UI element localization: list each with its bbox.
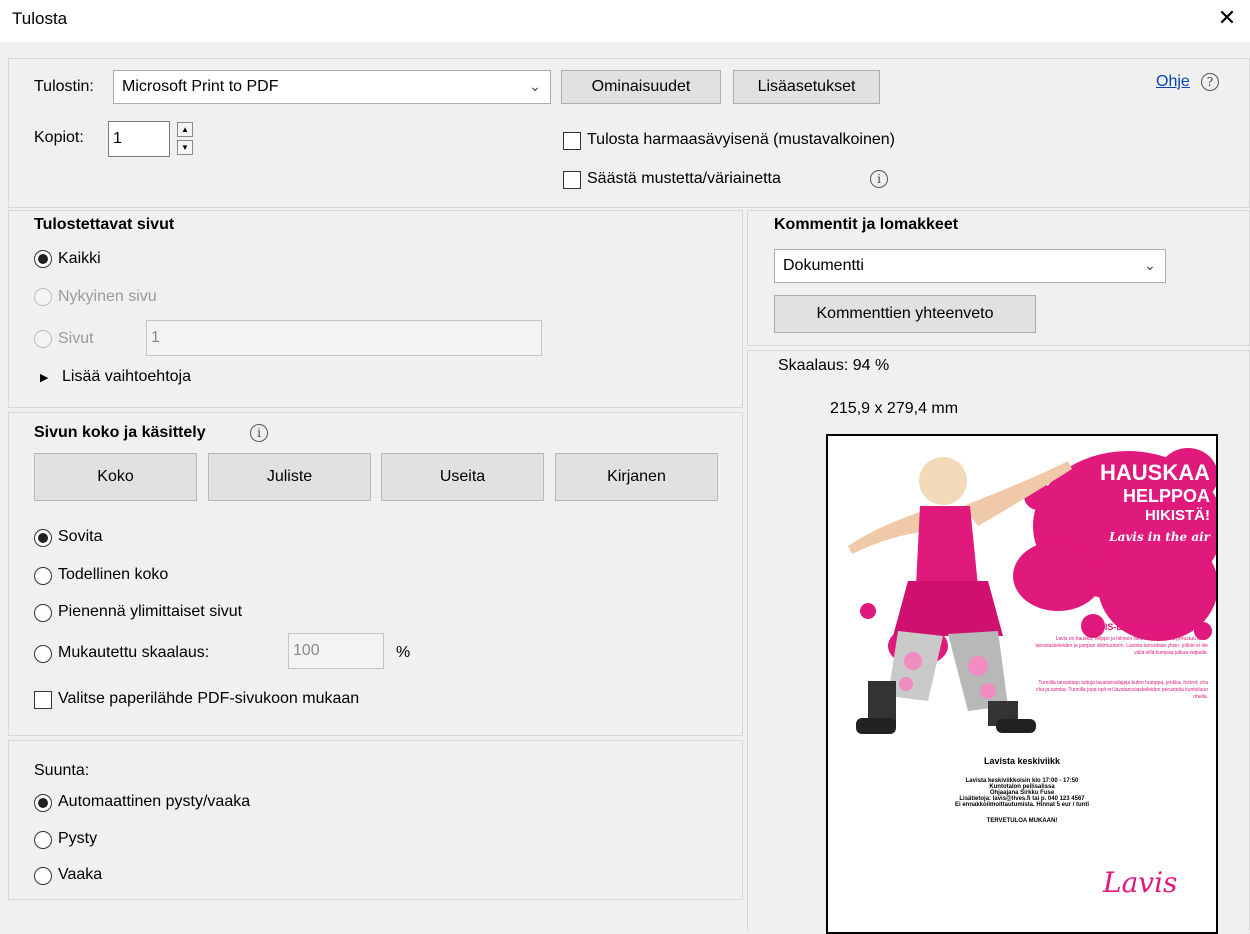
more-options-link[interactable]: Lisää vaihtoehtoja bbox=[62, 368, 191, 386]
save-ink-checkbox[interactable] bbox=[563, 171, 581, 189]
tab-size[interactable]: Koko bbox=[34, 453, 197, 501]
radio-auto-orientation[interactable] bbox=[34, 794, 52, 812]
radio-portrait[interactable] bbox=[34, 831, 52, 849]
tab-multiple[interactable]: Useita bbox=[381, 453, 544, 501]
poster-welcome: TERVETULOA MUKAAN! bbox=[986, 818, 1058, 824]
orientation-heading: Suunta: bbox=[34, 762, 90, 779]
tab-size-label: Koko bbox=[97, 468, 134, 485]
paper-source-checkbox[interactable] bbox=[34, 691, 52, 709]
orientation-panel bbox=[8, 740, 743, 900]
tab-poster[interactable]: Juliste bbox=[208, 453, 371, 501]
save-ink-label: Säästä mustetta/väriainetta bbox=[587, 170, 781, 187]
title-bar: Tulosta ✕ bbox=[0, 0, 1250, 42]
grayscale-label: Tulosta harmaasävyisenä (mustavalkoinen) bbox=[587, 131, 895, 148]
radio-current-page-label: Nykyinen sivu bbox=[58, 288, 157, 305]
close-icon[interactable]: ✕ bbox=[1204, 0, 1250, 38]
radio-all-pages[interactable] bbox=[34, 250, 52, 268]
page-dimensions: 215,9 x 279,4 mm bbox=[830, 400, 959, 417]
scale-readout: Skaalaus: 94 % bbox=[778, 357, 890, 374]
radio-actual-size-label: Todellinen koko bbox=[58, 566, 169, 583]
radio-landscape-label: Vaaka bbox=[58, 866, 103, 883]
radio-fit[interactable] bbox=[34, 529, 52, 547]
radio-shrink-label: Pienennä ylimittaiset sivut bbox=[58, 603, 243, 620]
window-title: Tulosta bbox=[12, 9, 68, 28]
comments-heading: Kommentit ja lomakkeet bbox=[774, 216, 959, 233]
custom-scale-input[interactable] bbox=[288, 633, 384, 669]
grayscale-checkbox[interactable] bbox=[563, 132, 581, 150]
pages-range-input[interactable] bbox=[146, 320, 542, 356]
radio-custom-scale-label: Mukautettu skaalaus: bbox=[58, 644, 210, 661]
percent-label: % bbox=[396, 644, 411, 661]
poster-para-2: Tunnilla tanssitaan tuttuja lavatanssila… bbox=[1035, 680, 1208, 700]
custom-scale-field[interactable] bbox=[289, 634, 383, 668]
pages-range-field[interactable] bbox=[147, 321, 541, 355]
comment-summary-button[interactable]: Kommenttien yhteenveto bbox=[774, 295, 1036, 333]
radio-actual-size[interactable] bbox=[34, 567, 52, 585]
copies-input-field[interactable] bbox=[109, 122, 169, 156]
comments-selected-value: Dokumentti bbox=[783, 257, 864, 274]
poster-tagline: Lavis in the air bbox=[1109, 530, 1210, 544]
chevron-down-icon: ⌄ bbox=[529, 78, 541, 94]
pages-heading: Tulostettavat sivut bbox=[34, 216, 175, 233]
paper-source-label: Valitse paperilähde PDF-sivukoon mukaan bbox=[58, 690, 360, 707]
poster-logo: Lavis bbox=[1103, 866, 1178, 899]
tab-multiple-label: Useita bbox=[439, 468, 486, 485]
poster-event-block: Lavista keskiviikk Lavista keskiviikkois… bbox=[828, 756, 1216, 824]
chevron-down-icon: ⌄ bbox=[1144, 257, 1156, 273]
expand-triangle-icon[interactable]: ▶ bbox=[40, 371, 48, 384]
radio-custom-scale[interactable] bbox=[34, 645, 52, 663]
copies-label: Kopiot: bbox=[34, 129, 84, 146]
print-preview-page: HAUSKAA HELPPOA HIKISTÄ! Lavis in the ai… bbox=[826, 434, 1218, 934]
poster-event-title: Lavista keskiviikk bbox=[983, 756, 1061, 766]
poster-headline: HAUSKAA HELPPOA HIKISTÄ! Lavis in the ai… bbox=[1060, 460, 1210, 544]
page-size-heading: Sivun koko ja käsittely bbox=[34, 424, 206, 441]
help-link[interactable]: Ohje bbox=[1156, 73, 1190, 91]
poster-headline-2: HELPPOA bbox=[1122, 486, 1210, 506]
help-icon[interactable]: ? bbox=[1201, 73, 1219, 91]
radio-pages-label: Sivut bbox=[58, 330, 94, 347]
printer-selected-value: Microsoft Print to PDF bbox=[122, 78, 279, 95]
poster-headline-3: HIKISTÄ! bbox=[1145, 507, 1210, 524]
printer-label: Tulostin: bbox=[34, 78, 94, 95]
tab-booklet-label: Kirjanen bbox=[607, 468, 666, 485]
page-size-info-icon[interactable]: i bbox=[250, 424, 268, 442]
properties-button[interactable]: Ominaisuudet bbox=[561, 70, 721, 104]
advanced-button[interactable]: Lisäasetukset bbox=[733, 70, 880, 104]
poster-subtitle: LAVIS-LAVATANSSIJUMPPA bbox=[1087, 622, 1208, 632]
radio-landscape[interactable] bbox=[34, 867, 52, 885]
copies-down-icon[interactable]: ▼ bbox=[177, 140, 193, 155]
radio-current-page[interactable] bbox=[34, 288, 52, 306]
comments-select[interactable]: Dokumentti ⌄ bbox=[774, 249, 1166, 283]
radio-pages[interactable] bbox=[34, 330, 52, 348]
tab-booklet[interactable]: Kirjanen bbox=[555, 453, 718, 501]
radio-auto-orientation-label: Automaattinen pysty/vaaka bbox=[58, 793, 251, 810]
radio-fit-label: Sovita bbox=[58, 528, 103, 545]
radio-shrink[interactable] bbox=[34, 604, 52, 622]
poster-line-5: Ei ennakkoilmoittautumista. Hinnat 5 eur… bbox=[954, 802, 1089, 808]
poster-headline-1: HAUSKAA bbox=[1100, 460, 1210, 485]
poster-para-1: Lavis on hauska, helppo ja hikinen liiku… bbox=[1035, 636, 1208, 656]
tab-poster-label: Juliste bbox=[266, 468, 313, 485]
copies-input[interactable] bbox=[108, 121, 170, 157]
radio-portrait-label: Pysty bbox=[58, 830, 98, 847]
radio-all-pages-label: Kaikki bbox=[58, 250, 101, 267]
info-icon[interactable]: i bbox=[870, 170, 888, 188]
copies-up-icon[interactable]: ▲ bbox=[177, 122, 193, 137]
printer-select[interactable]: Microsoft Print to PDF ⌄ bbox=[113, 70, 551, 104]
